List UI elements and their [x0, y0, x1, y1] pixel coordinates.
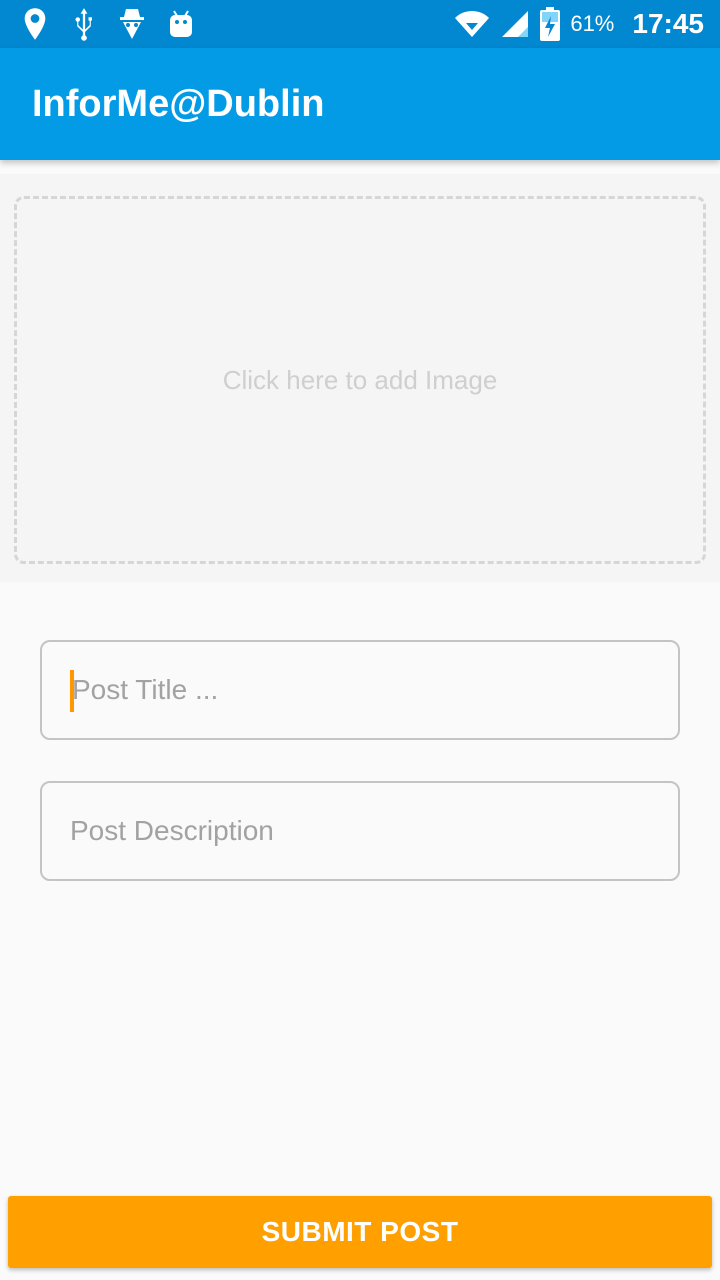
battery-percent: 61% [570, 11, 615, 36]
app-bar: InforMe@Dublin [0, 48, 720, 160]
add-image-label: Click here to add Image [222, 364, 498, 395]
image-panel: Click here to add Image [0, 174, 720, 582]
add-image-dropzone[interactable]: Click here to add Image [14, 196, 706, 564]
status-bar: 61% 17:45 [0, 0, 720, 48]
status-bar-left [20, 0, 216, 48]
post-title-input[interactable] [70, 642, 678, 738]
post-title-field [40, 640, 680, 740]
cell-signal-icon [500, 9, 530, 39]
android-icon [168, 9, 194, 39]
post-description-field [40, 781, 680, 881]
location-pin-icon [20, 7, 50, 41]
incognito-icon [118, 7, 146, 41]
wifi-icon [454, 10, 490, 38]
battery-charging-icon [540, 7, 561, 41]
text-cursor [70, 670, 74, 712]
clock: 17:45 [632, 8, 704, 39]
submit-post-button[interactable]: SUBMIT POST [8, 1196, 712, 1268]
app-title: InforMe@Dublin [32, 82, 325, 125]
status-bar-right: 61% 17:45 [444, 0, 704, 48]
usb-icon [72, 7, 96, 41]
post-description-input[interactable] [70, 783, 678, 879]
